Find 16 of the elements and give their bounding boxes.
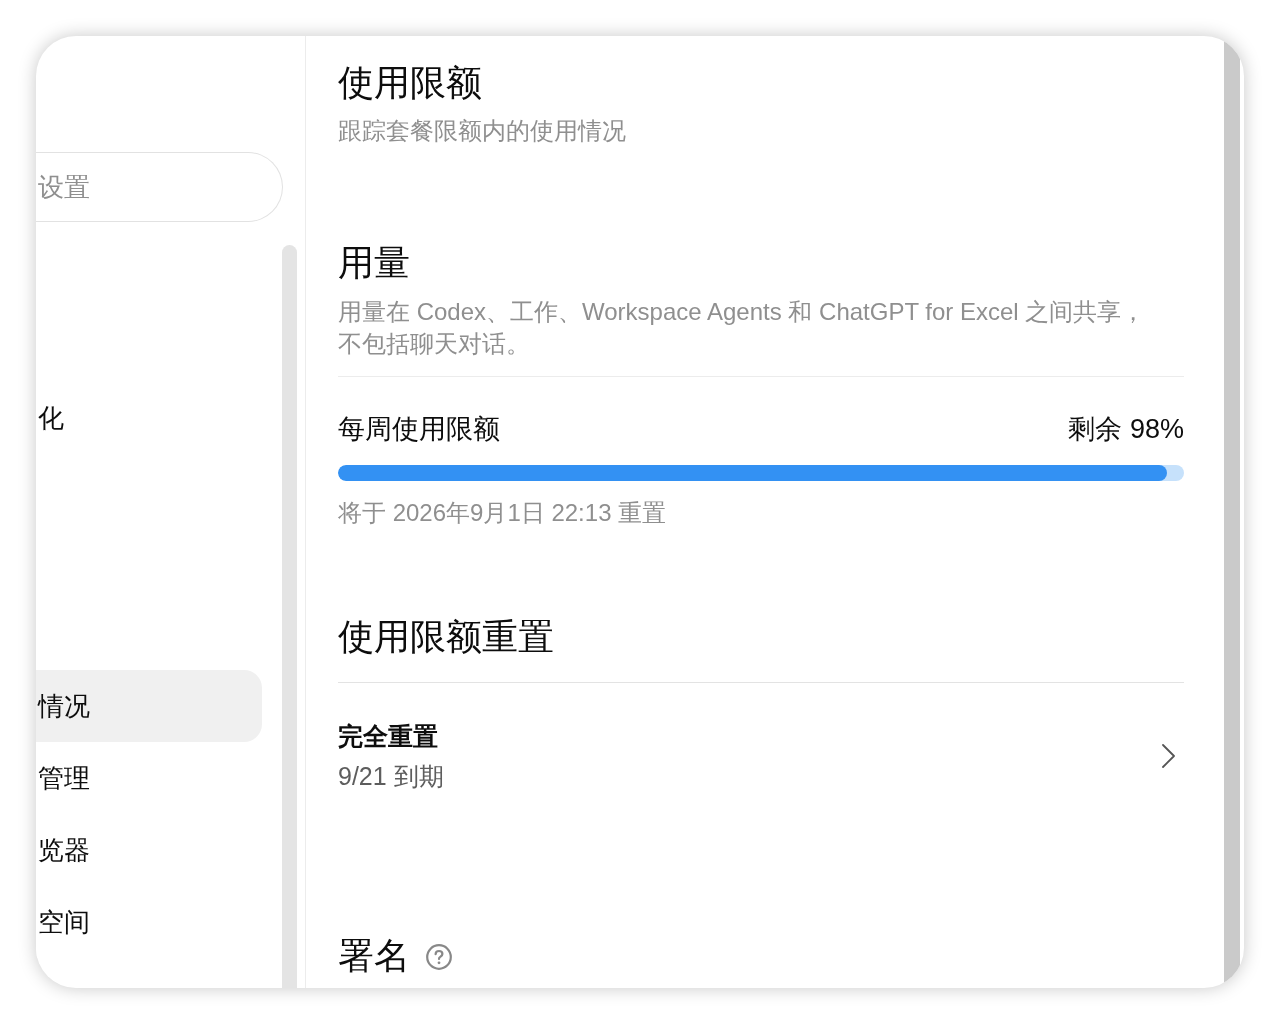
reset-note: 将于 2026年9月1日 22:13 重置 bbox=[338, 498, 668, 528]
page-subtitle: 跟踪套餐限额内的使用情况 bbox=[338, 116, 627, 146]
limit-label: 每周使用限额 bbox=[338, 413, 500, 446]
help-icon[interactable] bbox=[426, 944, 452, 970]
reset-option-title: 完全重置 bbox=[338, 721, 438, 752]
section-heading: 用量 bbox=[338, 241, 411, 285]
reset-expiry-date: 9/21 到期 bbox=[338, 761, 444, 792]
sidebar-scrollbar[interactable] bbox=[282, 245, 297, 988]
remaining-value: 剩余 98% bbox=[1068, 413, 1184, 446]
chevron-right-icon[interactable] bbox=[1162, 744, 1175, 768]
section-heading: 使用限额重置 bbox=[338, 615, 555, 659]
search-field[interactable]: 设置 bbox=[36, 152, 283, 222]
page-title: 使用限额 bbox=[338, 61, 483, 105]
section-heading: 署名 bbox=[338, 934, 410, 978]
section-description: 用量在 Codex、工作、Workspace Agents 和 ChatGPT for Excel 之间共享，不包括聊天对话。 bbox=[338, 297, 1147, 359]
sidebar-item[interactable]: 情况 bbox=[36, 670, 262, 742]
